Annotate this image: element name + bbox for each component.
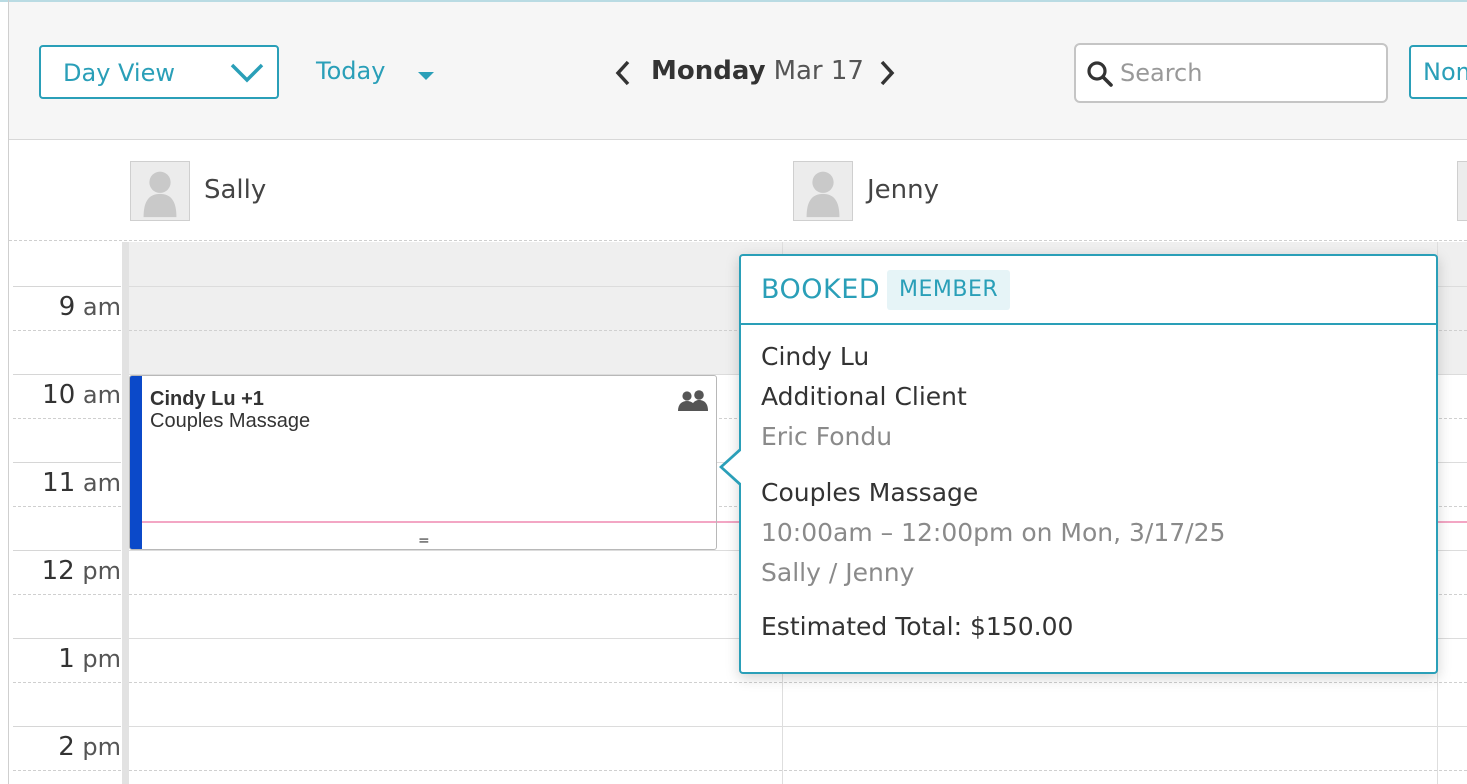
popover-estimated-total: Estimated Total: $150.00 — [761, 612, 1074, 641]
popover-header: BOOKED MEMBER — [741, 256, 1436, 325]
time-label: 2 pm — [58, 732, 121, 762]
chevron-down-icon — [230, 63, 264, 83]
popover-additional-name[interactable]: Eric Fondu — [761, 422, 892, 451]
view-select[interactable]: Day View — [39, 45, 279, 99]
avatar — [130, 161, 190, 221]
popover-service: Couples Massage — [761, 478, 979, 507]
resize-handle[interactable]: = — [418, 533, 430, 549]
avatar — [1457, 161, 1467, 221]
time-label: 11 am — [42, 468, 121, 498]
popover-additional-label: Additional Client — [761, 382, 967, 411]
popover-staff: Sally / Jenny — [761, 558, 915, 587]
avatar — [793, 161, 853, 221]
search-icon — [1087, 61, 1113, 87]
column-separator — [122, 242, 129, 784]
current-day-of-week: Monday — [651, 56, 766, 86]
member-badge: MEMBER — [887, 270, 1011, 310]
next-day-icon[interactable] — [877, 59, 897, 87]
appointment-popover: BOOKED MEMBER Cindy Lu Additional Client… — [719, 254, 1438, 674]
popover-client-name[interactable]: Cindy Lu — [761, 342, 869, 371]
nom-button-label: Nom — [1423, 58, 1467, 86]
booking-status: BOOKED — [761, 274, 881, 305]
staff-header-row: Sally Jenny — [9, 141, 1467, 241]
current-month-day: Mar 17 — [773, 56, 864, 86]
appointment-status-bar — [130, 376, 142, 549]
time-label: 1 pm — [58, 644, 121, 674]
previous-day-icon[interactable] — [613, 59, 633, 87]
view-select-label: Day View — [63, 59, 175, 87]
today-button[interactable]: Today — [316, 57, 385, 85]
appointment-client: Cindy Lu +1 — [150, 388, 264, 410]
search-box[interactable] — [1074, 43, 1388, 103]
group-icon — [678, 390, 708, 411]
current-date: Monday Mar 17 — [651, 56, 864, 86]
time-label: 10 am — [42, 380, 121, 410]
time-column: 9 am 10 am 11 am 12 pm 1 pm 2 pm — [9, 242, 121, 784]
appointment-card[interactable]: Cindy Lu +1 Couples Massage = — [129, 375, 717, 550]
today-caret-icon[interactable] — [418, 72, 434, 80]
time-label: 12 pm — [41, 556, 121, 586]
search-input[interactable] — [1120, 55, 1375, 91]
staff-name: Sally — [204, 175, 267, 205]
popover-time: 10:00am – 12:00pm on Mon, 3/17/25 — [761, 518, 1226, 547]
time-label: 9 am — [58, 292, 121, 322]
nom-button[interactable]: Nom — [1409, 45, 1467, 99]
current-time-line — [142, 521, 716, 523]
appointment-service: Couples Massage — [150, 410, 311, 432]
staff-name: Jenny — [867, 175, 940, 205]
calendar-toolbar: Day View Today MondayMar 17 Nom — [9, 2, 1467, 140]
